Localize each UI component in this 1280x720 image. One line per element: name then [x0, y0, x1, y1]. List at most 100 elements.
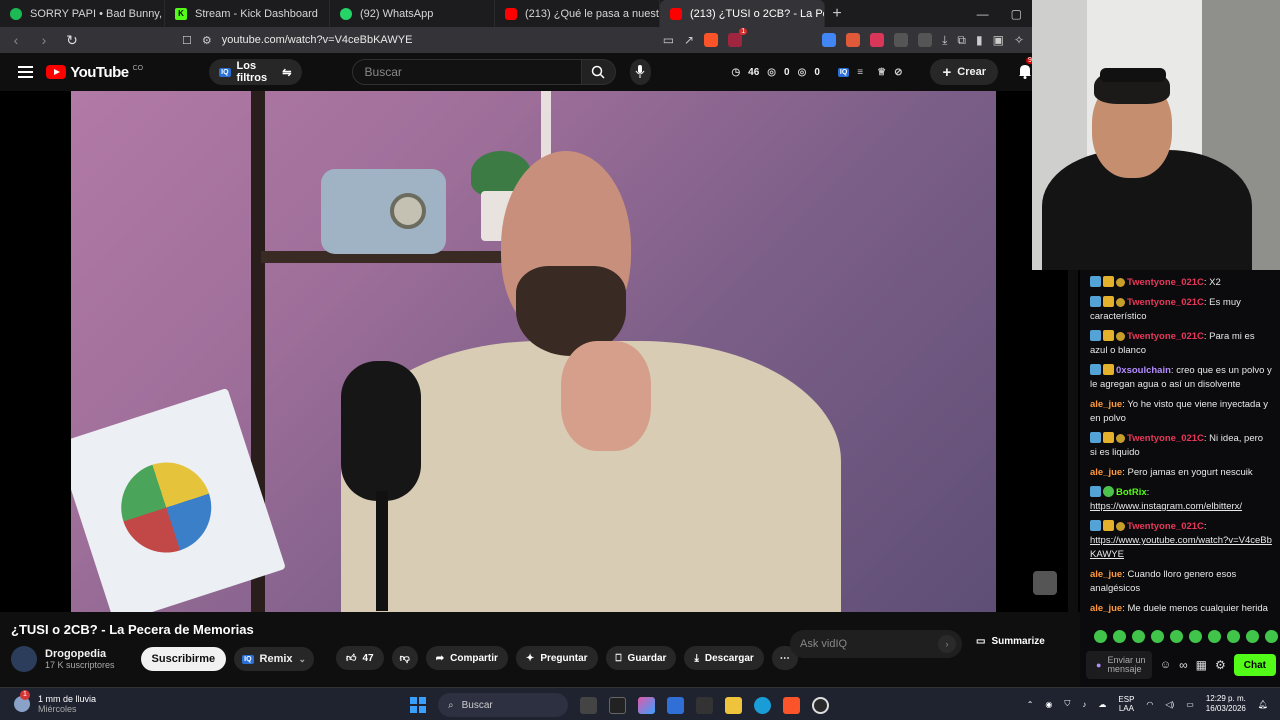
emote-icon[interactable] [1208, 630, 1221, 643]
network-app-icon[interactable]: ◉ [1045, 700, 1052, 709]
obs-icon[interactable] [812, 696, 829, 714]
send-arrow-icon[interactable]: › [938, 635, 956, 653]
microphone-icon[interactable]: ♪ [1082, 700, 1086, 709]
menu-icon[interactable] [18, 66, 34, 78]
channel-watermark[interactable] [1033, 571, 1057, 595]
browser-tab-active[interactable]: (213) ¿TUSI o 2CB? - La Pecera d✕ [660, 0, 825, 27]
emote-icon[interactable] [1227, 630, 1240, 643]
cloud-icon[interactable]: ☁ [1098, 700, 1106, 709]
task-view-icon[interactable] [580, 696, 597, 714]
bookmark-icon[interactable]: ☐ [182, 34, 192, 47]
volume-icon[interactable]: ◁) [1165, 700, 1174, 709]
file-explorer-icon[interactable] [725, 696, 742, 714]
save-button[interactable]: ⎕ Guardar [605, 646, 677, 670]
extension-icon[interactable] [846, 33, 861, 47]
share-icon[interactable]: ↗ [684, 33, 694, 47]
send-chat-button[interactable]: Chat [1233, 654, 1276, 676]
chat-username[interactable]: Twentyone_021C [1127, 297, 1204, 308]
brave-rewards-icon[interactable]: 1 [728, 28, 748, 47]
store-icon[interactable]: ▦ [1196, 658, 1207, 672]
chat-username[interactable]: Twentyone_021C [1127, 521, 1204, 532]
chat-username[interactable]: ale_jue [1090, 603, 1122, 614]
subscribe-button[interactable]: Suscribirme [140, 647, 227, 671]
youtube-logo[interactable]: YouTube CO [46, 64, 143, 81]
extensions-icon[interactable]: ⧉ [957, 33, 966, 48]
browser-tab[interactable]: K Stream - Kick Dashboard [165, 0, 330, 27]
create-button[interactable]: + Crear [930, 59, 998, 85]
chat-username[interactable]: Twentyone_021C [1127, 277, 1204, 288]
share-button[interactable]: ➦ Compartir [425, 646, 508, 670]
extension-icon[interactable] [870, 33, 885, 47]
emote-icon[interactable] [1132, 630, 1145, 643]
trophy-icon[interactable]: ♕ [877, 67, 886, 78]
remix-button[interactable]: IQ Remix ⌄ [234, 647, 315, 671]
voice-search-button[interactable] [629, 59, 652, 85]
store-icon[interactable] [667, 696, 684, 714]
search-button[interactable] [581, 59, 616, 85]
leo-icon[interactable]: ✧ [1014, 33, 1024, 47]
filters-button[interactable]: IQ Los filtros ⇋ [209, 59, 302, 85]
chat-username[interactable]: Twentyone_021C [1127, 331, 1204, 342]
back-icon[interactable]: ‹ [8, 32, 24, 48]
shield-icon[interactable]: ⛉ [1064, 699, 1070, 709]
windows-start-icon[interactable] [410, 697, 426, 713]
brave-shield-icon[interactable] [704, 33, 719, 47]
weather-widget[interactable]: 1 1 mm de lluvia Miércoles [14, 690, 96, 714]
clock[interactable]: 12:29 p. m. 16/03/2026 [1206, 694, 1246, 714]
video-player[interactable] [0, 91, 1080, 612]
new-tab-icon[interactable]: + [825, 5, 849, 23]
sidebar-icon[interactable]: ▮ [976, 33, 983, 47]
language-indicator[interactable]: ESP LAA [1118, 695, 1134, 713]
like-button[interactable]: 👍︎ 47 [336, 646, 384, 670]
reload-icon[interactable]: ↻ [64, 32, 80, 49]
chat-username[interactable]: ale_jue [1090, 399, 1122, 410]
app-icon[interactable] [609, 696, 626, 714]
maximize-icon[interactable]: ▢ [1011, 7, 1022, 21]
copilot-icon[interactable] [638, 696, 655, 714]
browser-tab[interactable]: (213) ¿Qué le pasa a nuestro cuerpo [495, 0, 660, 27]
emote-icon[interactable] [1170, 630, 1183, 643]
chat-username[interactable]: ale_jue [1090, 467, 1122, 478]
notification-center-icon[interactable]: 🔔︎ [1258, 700, 1268, 709]
minimize-icon[interactable]: — [977, 7, 989, 21]
browser-tab[interactable]: (92) WhatsApp [330, 0, 495, 27]
chat-username[interactable]: 0xsoulchain [1116, 365, 1171, 376]
dislike-button[interactable]: 👎︎ [391, 646, 418, 670]
extension-icon[interactable] [894, 33, 909, 47]
chat-username[interactable]: BotRix [1116, 487, 1147, 498]
taskbar-search[interactable]: ⌕ Buscar [438, 693, 568, 717]
wifi-icon[interactable]: ◠ [1146, 700, 1153, 709]
chat-link[interactable]: https://www.youtube.com/watch?v=V4ceBbKA… [1090, 535, 1272, 560]
ask-vidiq-input[interactable]: Ask vidIQ › [790, 630, 962, 658]
notifications-button[interactable]: 9+ [1018, 56, 1038, 82]
battery-icon[interactable]: ▭ [1186, 700, 1194, 709]
wallet-icon[interactable]: ▣ [993, 33, 1004, 47]
list-icon[interactable]: ≡ [857, 67, 863, 78]
translate-icon[interactable] [822, 33, 837, 47]
summarize-button[interactable]: ▭ Summarize [976, 636, 1045, 647]
emote-icon[interactable] [1113, 630, 1126, 643]
chat-link[interactable]: https://www.instagram.com/elbitterx/ [1090, 501, 1242, 512]
infinity-icon[interactable]: ∞ [1179, 658, 1188, 672]
emote-picker-icon[interactable]: ☺ [1160, 659, 1171, 671]
emote-icon[interactable] [1265, 630, 1278, 643]
search-input[interactable]: Buscar [351, 59, 582, 85]
brave-icon[interactable] [783, 696, 800, 714]
download-icon[interactable]: ⤓ [942, 33, 947, 48]
site-info-icon[interactable]: ⚙ [202, 34, 212, 47]
emote-icon[interactable] [1246, 630, 1259, 643]
terminal-icon[interactable] [696, 696, 713, 714]
emote-icon[interactable] [1189, 630, 1202, 643]
link-icon[interactable]: ⊘ [894, 67, 902, 78]
edge-icon[interactable] [754, 696, 771, 714]
settings-icon[interactable]: ⚙ [1215, 658, 1226, 672]
url-field[interactable]: ☐ ⚙ youtube.com/watch?v=V4ceBbKAWYE [92, 34, 651, 47]
channel-avatar[interactable] [11, 646, 37, 672]
browser-tab[interactable]: SORRY PAPI • Bad Bunny, ABRA [0, 0, 165, 27]
emote-icon[interactable] [1151, 630, 1164, 643]
cast-icon[interactable]: ▭ [663, 33, 674, 47]
chat-input[interactable]: ● Enviar un mensaje [1086, 651, 1152, 679]
download-button[interactable]: ⤓ Descargar [684, 646, 764, 670]
ask-button[interactable]: ✦ Preguntar [515, 646, 598, 670]
forward-icon[interactable]: › [36, 32, 52, 48]
